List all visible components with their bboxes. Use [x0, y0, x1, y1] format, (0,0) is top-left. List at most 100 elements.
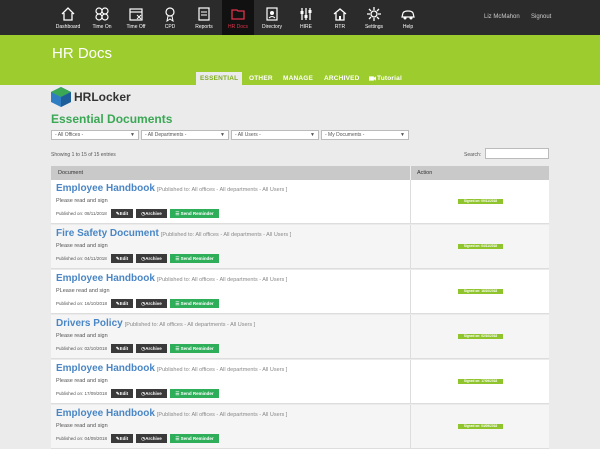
- timeon-icon: [95, 7, 109, 21]
- users-filter[interactable]: - All Users - ▼: [231, 130, 319, 140]
- archive-label: Archive: [145, 211, 162, 216]
- nav-label: Reports: [195, 24, 213, 30]
- directory-icon: [266, 7, 278, 21]
- edit-button[interactable]: ✎Edit: [111, 434, 133, 443]
- reports-icon: [198, 7, 210, 21]
- tab-tutorial-label: Tutorial: [377, 75, 402, 82]
- nav-dashboard[interactable]: Dashboard: [52, 0, 84, 35]
- nav-reports[interactable]: Reports: [188, 0, 220, 35]
- archive-button[interactable]: ◷Archive: [136, 254, 167, 263]
- document-title-text[interactable]: Employee Handbook: [56, 183, 155, 194]
- signed-badge: Signed on: 16/10/2018: [458, 289, 503, 294]
- document-title[interactable]: Employee Handbook [Published to: All offi…: [56, 273, 287, 284]
- document-title[interactable]: Employee Handbook [Published to: All offi…: [56, 183, 287, 194]
- document-title-text[interactable]: Employee Handbook: [56, 408, 155, 419]
- nav-settings[interactable]: Settings: [358, 0, 390, 35]
- nav-time-off[interactable]: Time Off: [120, 0, 152, 35]
- document-title-text[interactable]: Employee Handbook: [56, 273, 155, 284]
- tab-manage[interactable]: MANAGE: [279, 72, 317, 85]
- document-title-text[interactable]: Employee Handbook: [56, 363, 155, 374]
- documents-filter[interactable]: - My Documents - ▼: [321, 130, 409, 140]
- archive-button[interactable]: ◷Archive: [136, 299, 167, 308]
- tab-tutorial[interactable]: Tutorial: [366, 72, 406, 85]
- document-title[interactable]: Employee Handbook [Published to: All offi…: [56, 363, 287, 374]
- edit-label: Edit: [119, 211, 129, 216]
- edit-button[interactable]: ✎Edit: [111, 299, 133, 308]
- signout-link[interactable]: Signout: [531, 14, 551, 20]
- nav-cpd[interactable]: CPD: [154, 0, 186, 35]
- published-date: Published on: 02/10/2018: [56, 346, 108, 351]
- nav-rtr[interactable]: RTR: [324, 0, 356, 35]
- column-document[interactable]: Document: [58, 166, 83, 180]
- documents-filter-value: - My Documents -: [325, 132, 365, 138]
- column-divider: [410, 270, 411, 314]
- section-title: Essential Documents: [51, 112, 173, 126]
- nav-time-on[interactable]: Time On: [86, 0, 118, 35]
- send-reminder-label: Send Reminder: [180, 391, 214, 396]
- published-date: Published on: 04/11/2018: [56, 256, 107, 261]
- table-row: Drivers Policy [Published to: All offices…: [51, 315, 549, 359]
- table-row: Employee Handbook [Published to: All offi…: [51, 270, 549, 314]
- archive-label: Archive: [145, 391, 162, 396]
- nav-hire[interactable]: HIRE: [290, 0, 322, 35]
- nav-label: Help: [402, 24, 414, 30]
- archive-label: Archive: [145, 436, 162, 441]
- edit-button[interactable]: ✎Edit: [111, 344, 133, 353]
- column-action[interactable]: Action: [417, 166, 432, 180]
- document-description: PLease read and sign: [56, 288, 110, 294]
- document-title[interactable]: Fire Safety Document [Published to: All o…: [56, 228, 291, 239]
- table-header: Document Action: [51, 166, 549, 180]
- published-date: Published on: 16/10/2018: [56, 301, 108, 306]
- signed-badge: Signed on: 04/11/2018: [458, 244, 503, 249]
- document-title[interactable]: Employee Handbook [Published to: All offi…: [56, 408, 287, 419]
- search-label: Search:: [464, 152, 482, 158]
- search-input[interactable]: [485, 148, 549, 159]
- calendar-icon: [129, 8, 143, 21]
- home-icon: [61, 7, 75, 21]
- document-description: Please read and sign: [56, 333, 108, 339]
- send-reminder-button[interactable]: ☰ Send Reminder: [170, 344, 219, 353]
- gear-icon: [367, 7, 381, 21]
- nav-label: HR Docs: [227, 24, 248, 30]
- send-reminder-button[interactable]: ☰ Send Reminder: [170, 254, 219, 263]
- entries-count: Showing 1 to 15 of 15 entries: [51, 152, 116, 158]
- archive-button[interactable]: ◷Archive: [136, 209, 167, 218]
- edit-button[interactable]: ✎Edit: [111, 254, 133, 263]
- nav-label: Settings: [364, 24, 384, 30]
- document-title-text[interactable]: Drivers Policy: [56, 318, 123, 329]
- chevron-down-icon: ▼: [310, 132, 315, 138]
- send-reminder-button[interactable]: ☰ Send Reminder: [170, 299, 219, 308]
- published-to: [Published to: All offices - All departm…: [160, 232, 292, 238]
- send-reminder-button[interactable]: ☰ Send Reminder: [170, 434, 219, 443]
- offices-filter[interactable]: - All Offices - ▼: [51, 130, 139, 140]
- departments-filter[interactable]: - All Departments - ▼: [141, 130, 229, 140]
- published-date: Published on: 04/09/2018: [56, 436, 108, 441]
- edit-button[interactable]: ✎Edit: [111, 209, 133, 218]
- chevron-down-icon: ▼: [130, 132, 135, 138]
- send-reminder-button[interactable]: ☰ Send Reminder: [170, 389, 219, 398]
- users-filter-value: - All Users -: [235, 132, 261, 138]
- tab-other[interactable]: OTHER: [245, 72, 277, 85]
- document-title[interactable]: Drivers Policy [Published to: All offices…: [56, 318, 255, 329]
- edit-button[interactable]: ✎Edit: [111, 389, 133, 398]
- page-title: HR Docs: [52, 45, 113, 62]
- document-title-text[interactable]: Fire Safety Document: [56, 228, 159, 239]
- archive-button[interactable]: ◷Archive: [136, 344, 167, 353]
- hrlocker-logo-icon: [50, 87, 72, 107]
- archive-button[interactable]: ◷Archive: [136, 434, 167, 443]
- nav-hr-docs[interactable]: HR Docs: [222, 0, 254, 35]
- nav-directory[interactable]: Directory: [256, 0, 288, 35]
- tab-archived[interactable]: ARCHIVED: [320, 72, 364, 85]
- edit-label: Edit: [119, 346, 129, 351]
- send-reminder-button[interactable]: ☰ Send Reminder: [170, 209, 219, 218]
- nav-label: Time On: [92, 24, 112, 30]
- user-name[interactable]: Liz McMahon: [484, 14, 520, 20]
- table-row: Fire Safety Document [Published to: All o…: [51, 225, 549, 269]
- nav-help[interactable]: Help: [392, 0, 424, 35]
- tab-essential[interactable]: ESSENTIAL: [196, 72, 243, 85]
- nav-label: RTR: [334, 24, 346, 30]
- published-to: [Published to: All offices - All departm…: [156, 367, 288, 373]
- edit-label: Edit: [119, 301, 129, 306]
- archive-button[interactable]: ◷Archive: [136, 389, 167, 398]
- nav-label: CPD: [164, 24, 176, 30]
